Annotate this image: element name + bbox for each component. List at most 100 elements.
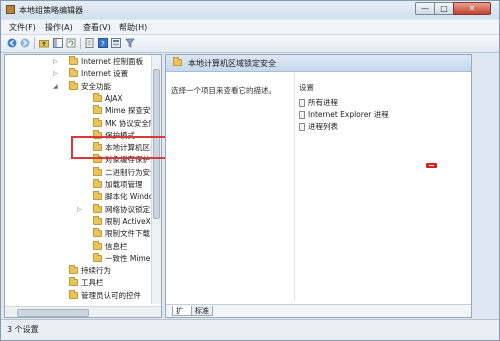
toolbar-separator (34, 38, 35, 49)
setting-label: 所有进程 (308, 98, 338, 107)
column-header-setting[interactable]: 设置 (299, 82, 314, 93)
maximize-button[interactable]: □ (434, 2, 454, 15)
export-list-icon[interactable] (85, 38, 95, 48)
folder-icon (93, 215, 102, 225)
folder-icon (93, 166, 102, 176)
svg-text:?: ? (101, 40, 105, 48)
folder-icon (93, 191, 102, 201)
show-hide-tree-icon[interactable] (53, 38, 63, 48)
expand-arrow-icon[interactable] (77, 107, 83, 114)
folder-icon (93, 228, 102, 238)
expand-arrow-icon[interactable] (77, 230, 83, 237)
tree-item[interactable]: ▷ Internet 设置 (5, 68, 151, 79)
expand-arrow-icon[interactable] (77, 120, 83, 127)
details-pane: 本地计算机区域锁定安全 选择一个项目来查看它的描述。 设置 所有进程 Inter… (165, 54, 472, 318)
tree-item-label: 加载项管理 (105, 180, 143, 189)
minimize-button[interactable]: — (415, 2, 435, 15)
pane-divider (294, 73, 295, 301)
folder-icon (69, 68, 78, 78)
toolbar-separator (80, 38, 81, 49)
expand-arrow-icon[interactable] (77, 193, 83, 200)
description-hint: 选择一个项目来查看它的描述。 (171, 86, 276, 95)
expand-arrow-icon[interactable] (77, 218, 83, 225)
tree-item-label: Internet 设置 (81, 69, 129, 79)
folder-icon (93, 92, 102, 102)
up-folder-icon[interactable] (39, 38, 49, 48)
expand-arrow-icon[interactable] (77, 181, 83, 188)
tree-item[interactable]: 管理员认可的控件 (5, 289, 151, 301)
title-bar[interactable]: 本地组策略编辑器 — □ ✕ (1, 1, 499, 19)
tree-item[interactable]: 信息栏 (17, 240, 161, 252)
app-icon (6, 5, 15, 14)
tree-item[interactable]: 二进制行为安全限制 (17, 166, 161, 178)
status-bar: 3 个设置 (1, 319, 499, 340)
tree-item[interactable]: 工具栏 (5, 277, 151, 288)
expand-arrow-icon[interactable]: ▷ (53, 70, 59, 77)
tree-item-label: 工具栏 (81, 278, 104, 288)
tree-item[interactable]: 限制文件下载 (17, 228, 161, 239)
expand-arrow-icon[interactable] (77, 95, 83, 102)
folder-icon (69, 56, 78, 65)
menu-file[interactable]: 文件(F) (9, 22, 36, 33)
back-arrow-icon[interactable] (7, 38, 17, 48)
properties-icon[interactable] (111, 38, 121, 48)
folder-icon (173, 57, 182, 66)
window-title: 本地组策略编辑器 (19, 6, 83, 15)
tree-item[interactable]: MK 协议安全限制 (17, 117, 161, 129)
menu-view[interactable]: 查看(V) (83, 22, 111, 33)
policy-tree[interactable]: ▷ Internet 控制面板 ▷ Internet 设置 ◢ 安全功能 AJAX Mime … (4, 54, 162, 318)
expand-arrow-icon[interactable] (77, 255, 83, 262)
close-button[interactable]: ✕ (453, 2, 491, 15)
expand-arrow-icon[interactable]: ▷ (77, 206, 83, 213)
help-icon[interactable]: ? (98, 38, 108, 48)
expand-arrow-icon[interactable]: ▷ (53, 58, 59, 65)
tab-standard[interactable]: 标准 (191, 306, 213, 316)
filter-icon[interactable] (125, 38, 135, 48)
tree-horizontal-scroll-thumb[interactable] (17, 309, 89, 317)
tree-item[interactable]: 限制 ActiveX 安装 (17, 215, 161, 227)
tree-item[interactable]: ▷ Internet 控制面板 (5, 56, 151, 67)
refresh-icon[interactable] (66, 38, 76, 48)
folder-icon (93, 252, 102, 262)
tree-item-label: 信息栏 (105, 241, 128, 251)
tab-extended[interactable]: 扩展 (172, 306, 192, 316)
setting-document-icon (299, 99, 305, 107)
red-minus-marker-icon (426, 163, 437, 168)
tree-horizontal-scrollbar[interactable] (5, 306, 161, 317)
tree-item[interactable]: Mime 探查安全设置 (17, 105, 161, 116)
menu-action[interactable]: 操作(A) (45, 22, 73, 33)
tree-item[interactable]: 加载项管理 (17, 179, 161, 190)
setting-document-icon (299, 111, 305, 119)
folder-icon (69, 265, 78, 275)
tree-item-label: 网络协议锁定 (105, 204, 150, 214)
tree-item-label: 安全功能 (81, 81, 111, 91)
menu-help[interactable]: 帮助(H) (119, 22, 147, 33)
expand-arrow-icon[interactable]: ◢ (53, 83, 59, 90)
toolbar: ? (1, 35, 499, 53)
details-header: 本地计算机区域锁定安全 (166, 55, 471, 72)
tree-item[interactable]: ◢ 安全功能 (5, 80, 151, 92)
policy-editor-window: 本地组策略编辑器 — □ ✕ 文件(F) 操作(A) 查看(V) 帮助(H) ?… (0, 0, 500, 341)
view-tabs: 扩展 标准 (166, 304, 471, 317)
folder-icon (93, 240, 102, 250)
tree-item-label: AJAX (105, 93, 123, 103)
expand-arrow-icon[interactable] (77, 243, 83, 250)
tree-item-label: 管理员认可的控件 (81, 290, 141, 300)
tree-item[interactable]: 脚本化 Window 安全限制 (17, 191, 161, 202)
folder-icon (93, 179, 102, 188)
tree-vertical-scrollbar[interactable] (151, 55, 161, 304)
expand-arrow-icon[interactable] (53, 279, 59, 286)
forward-arrow-icon[interactable] (20, 38, 30, 48)
expand-arrow-icon[interactable] (77, 169, 83, 176)
tree-item-label: 限制文件下载 (105, 229, 150, 239)
tree-item[interactable]: 持续行为 (5, 265, 151, 276)
tree-item[interactable]: AJAX (17, 92, 161, 104)
tree-item[interactable]: ▷ 网络协议锁定 (17, 203, 161, 215)
folder-icon (93, 203, 102, 213)
expand-arrow-icon[interactable] (53, 267, 59, 274)
folder-icon (69, 277, 78, 287)
menu-bar: 文件(F) 操作(A) 查看(V) 帮助(H) (1, 20, 499, 35)
folder-icon (69, 289, 78, 299)
expand-arrow-icon[interactable] (53, 292, 59, 299)
tree-item[interactable]: 一致性 Mime 处理 (17, 252, 161, 264)
